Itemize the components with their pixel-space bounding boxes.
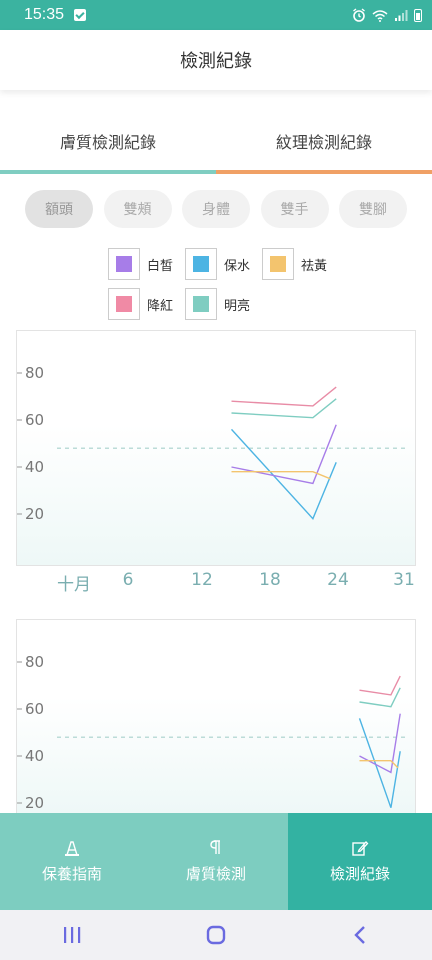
tab-texture-records[interactable]: 紋理檢測紀錄 (216, 108, 432, 174)
x-tick-label: 24 (327, 570, 349, 590)
tab-skin-records[interactable]: 膚質檢測紀錄 (0, 108, 216, 174)
series-line (359, 675, 401, 696)
chip-body[interactable]: 身體 (182, 190, 250, 228)
system-nav-bar (0, 910, 432, 960)
legend-label: 保水 (224, 258, 251, 274)
skin-record-chart-secondary-plot: 80 60 40 20 (17, 653, 409, 812)
chip-cheeks[interactable]: 雙頰 (103, 190, 172, 228)
y-tick-label: 40 (25, 747, 44, 765)
record-tabs: 膚質檢測紀錄 紋理檢測紀錄 (0, 108, 432, 174)
skin-record-chart-secondary[interactable]: 80 60 40 20 (16, 619, 416, 815)
x-tick-label: 18 (259, 570, 281, 590)
legend-checkbox (185, 288, 217, 320)
page-header: 檢測紀錄 (0, 30, 432, 90)
body-part-filter: 額頭 雙頰 身體 雙手 雙腳 (25, 190, 407, 228)
y-tick-label: 60 (25, 411, 44, 429)
legend-label: 降紅 (147, 298, 174, 314)
wifi-icon (372, 9, 388, 22)
tab-label: 膚質檢測紀錄 (59, 133, 156, 152)
notification-icon (74, 9, 87, 21)
status-icons (352, 8, 422, 22)
legend-item-anti-red[interactable]: 降紅 (108, 288, 173, 320)
legend-checkbox (185, 248, 217, 280)
care-guide-icon (65, 841, 79, 856)
bottom-nav: 保養指南 膚質檢測 檢測紀錄 (0, 813, 432, 910)
y-tick-label: 80 (25, 364, 44, 382)
chart-x-axis: 十月 6 12 18 24 31 (0, 570, 432, 598)
legend-swatch (193, 256, 209, 272)
nav-skin-test[interactable]: 膚質檢測 (144, 813, 288, 910)
y-tick-label: 40 (25, 458, 44, 476)
back-button[interactable] (330, 915, 390, 955)
battery-icon (414, 8, 422, 22)
back-icon (354, 926, 365, 944)
legend-item-anti-yellow[interactable]: 祛黃 (262, 248, 327, 280)
nav-care-guide[interactable]: 保養指南 (0, 813, 144, 910)
x-tick-label: 十月 (57, 575, 91, 595)
legend-swatch (270, 256, 286, 272)
legend-label: 祛黃 (301, 258, 328, 274)
nav-records[interactable]: 檢測紀錄 (288, 813, 432, 910)
home-button[interactable] (186, 915, 246, 955)
nav-label: 膚質檢測 (185, 865, 246, 883)
y-tick-label: 20 (25, 794, 44, 812)
legend-checkbox (262, 248, 294, 280)
legend-swatch (116, 296, 132, 312)
y-tick-label: 60 (25, 700, 44, 718)
tab-label: 紋理檢測紀錄 (275, 133, 372, 152)
chip-hands[interactable]: 雙手 (260, 190, 329, 228)
skin-record-chart[interactable]: 80 60 40 20 (16, 330, 416, 566)
legend-label: 明亮 (224, 298, 251, 314)
legend-checkbox (108, 288, 140, 320)
home-icon (206, 925, 226, 945)
alarm-icon (353, 8, 365, 22)
x-tick-label: 12 (191, 570, 213, 590)
y-tick-label: 80 (25, 653, 44, 671)
status-bar: 15:35 (0, 0, 432, 30)
nav-label: 檢測紀錄 (329, 865, 390, 883)
legend-item-whitening[interactable]: 白皙 (108, 248, 173, 280)
chip-feet[interactable]: 雙腳 (339, 190, 407, 228)
skin-record-chart-plot: 80 60 40 20 (17, 364, 409, 523)
tab-indicator (216, 170, 432, 174)
status-time: 15:35 (24, 6, 65, 23)
record-edit-icon (352, 841, 369, 856)
legend-swatch (193, 296, 209, 312)
legend-swatch (116, 256, 132, 272)
page-title: 檢測紀錄 (180, 51, 252, 72)
legend-checkbox (108, 248, 140, 280)
series-line (231, 386, 337, 407)
skin-test-icon (210, 840, 220, 854)
x-tick-label: 31 (393, 570, 415, 590)
x-tick-label: 6 (122, 570, 134, 590)
legend-label: 白皙 (147, 258, 174, 274)
y-tick-label: 20 (25, 505, 44, 523)
chip-forehead[interactable]: 額頭 (25, 190, 93, 228)
legend-item-brightness[interactable]: 明亮 (185, 288, 250, 320)
legend-item-moisture[interactable]: 保水 (185, 248, 250, 280)
recent-apps-icon (64, 927, 81, 943)
tab-indicator (0, 170, 216, 174)
signal-icon (395, 10, 408, 21)
nav-label: 保養指南 (41, 865, 102, 883)
recent-apps-button[interactable] (42, 915, 102, 955)
